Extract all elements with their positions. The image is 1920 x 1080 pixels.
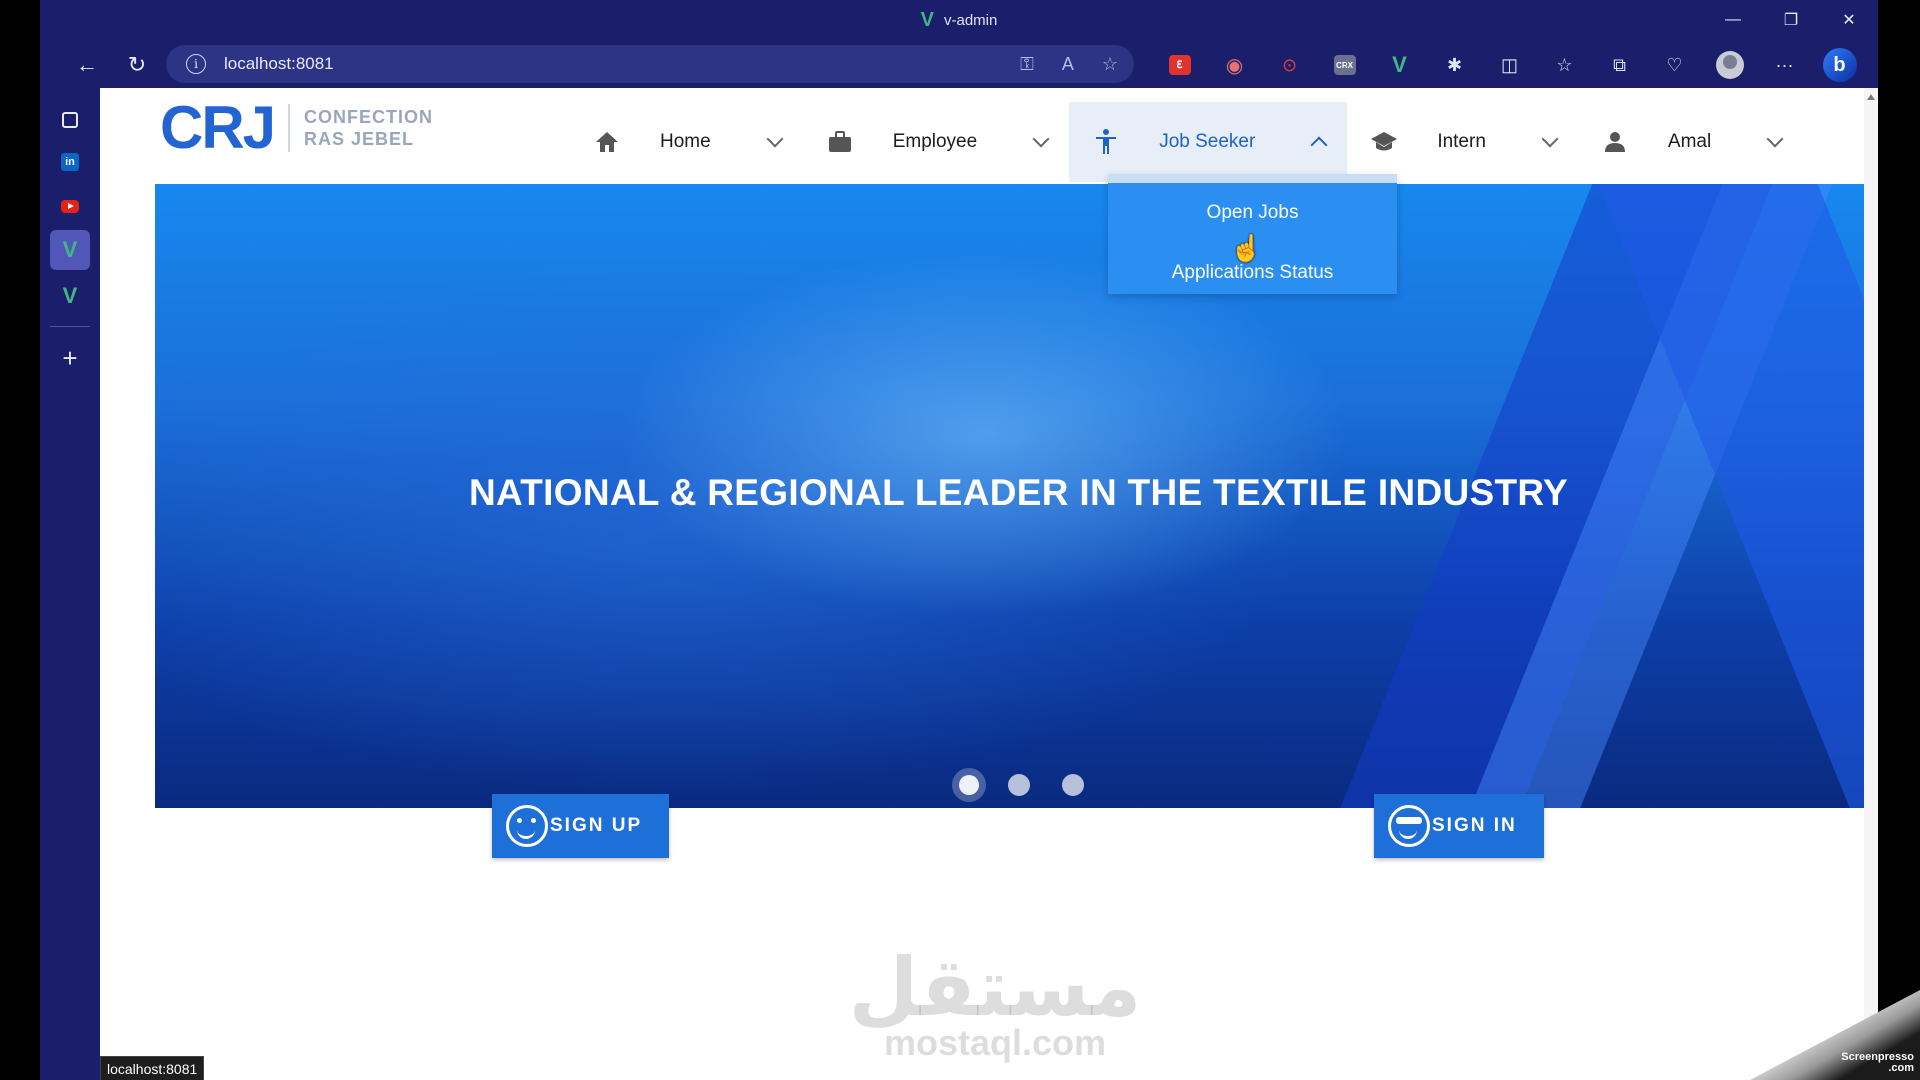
favorites-icon[interactable]: ☆	[1537, 42, 1592, 88]
collections-icon[interactable]: ⧉	[1592, 42, 1647, 88]
bing-copilot-icon[interactable]: b	[1812, 42, 1867, 88]
profile-avatar[interactable]	[1702, 42, 1757, 88]
youtube-icon[interactable]	[50, 186, 90, 226]
briefcase-icon	[825, 131, 855, 153]
hero-headline: NATIONAL & REGIONAL LEADER IN THE TEXTIL…	[468, 472, 1568, 513]
key-icon[interactable]: ⚿	[1020, 54, 1034, 75]
site-logo[interactable]: CRJ CONFECTION RAS JEBEL	[160, 98, 433, 158]
person-standing-icon	[1091, 129, 1121, 155]
site-info-icon[interactable]: i	[186, 54, 206, 74]
chevron-up-icon	[1310, 136, 1328, 154]
chevron-down-icon	[766, 130, 784, 148]
window-controls: — ❐ ✕	[1704, 0, 1878, 40]
menu-item-home[interactable]: Home	[570, 102, 803, 182]
chevron-down-icon	[1541, 130, 1559, 148]
hero-carousel: NATIONAL & REGIONAL LEADER IN THE TEXTIL…	[155, 184, 1878, 808]
home-icon	[592, 131, 622, 153]
sunglasses-face-icon	[1388, 805, 1430, 847]
main-menu: Home Employee Job Seeker Intern Amal	[570, 102, 1803, 182]
menu-item-employee[interactable]: Employee	[803, 102, 1070, 182]
graduation-cap-icon	[1369, 131, 1399, 153]
extensions-bar: Ꜫ ◉ ⊙ CRX V ✱ ◫ ☆ ⧉ ♡ ··· b	[1152, 42, 1867, 88]
watermark-latin: mostaql.com	[883, 1022, 1107, 1063]
user-icon	[1600, 131, 1630, 153]
menu-label-employee: Employee	[892, 131, 978, 152]
sign-in-button[interactable]: SIGN IN	[1374, 794, 1544, 858]
hand-cursor-icon: ☝	[1230, 233, 1263, 263]
extensions-puzzle-icon[interactable]: ✱	[1427, 42, 1482, 88]
browser-window: V v-admin — ❐ ✕ ← ↻ i localhost:8081 ⚿ A…	[40, 0, 1878, 1080]
add-tab-icon[interactable]: +	[50, 338, 90, 378]
sign-up-label: SIGN UP	[550, 815, 643, 836]
logo-mark: CRJ	[160, 94, 276, 161]
crx-extension-icon[interactable]: CRX	[1317, 42, 1372, 88]
watermark-arabic: مستقل	[848, 941, 1142, 1034]
split-screen-icon[interactable]: ◫	[1482, 42, 1537, 88]
tab-actions-icon[interactable]	[50, 100, 90, 140]
vue-tab-icon[interactable]: V	[50, 276, 90, 316]
minimize-button[interactable]: —	[1704, 0, 1762, 40]
menu-label-job-seeker: Job Seeker	[1159, 131, 1256, 152]
menu-label-home: Home	[660, 131, 711, 152]
sign-up-button[interactable]: SIGN UP	[492, 794, 669, 858]
mostaql-watermark: مستقل mostaql.com	[845, 948, 1145, 1064]
address-bar[interactable]: i localhost:8081 ⚿ A ☆	[166, 45, 1134, 83]
screenpresso-badge: Screenpresso .com	[1841, 1051, 1914, 1074]
spy-extension-icon[interactable]: ◉	[1207, 42, 1262, 88]
carousel-indicators	[952, 768, 1084, 802]
logo-line-2: RAS JEBEL	[304, 129, 415, 149]
favorite-star-icon[interactable]: ☆	[1102, 54, 1118, 75]
screen: V v-admin — ❐ ✕ ← ↻ i localhost:8081 ⚿ A…	[0, 0, 1920, 1080]
carousel-dot-1[interactable]	[952, 768, 986, 802]
page-scrollbar[interactable]	[1864, 88, 1878, 1080]
browser-toolbar: ← ↻ i localhost:8081 ⚿ A ☆ Ꜫ ◉ ⊙ CRX V ✱…	[40, 42, 1878, 88]
record-extension-icon[interactable]: ⊙	[1262, 42, 1317, 88]
chevron-down-icon	[1766, 130, 1784, 148]
reload-button[interactable]: ↻	[112, 45, 162, 85]
menu-item-job-seeker[interactable]: Job Seeker	[1069, 102, 1348, 182]
status-bar-url: localhost:8081	[100, 1056, 205, 1080]
performance-icon[interactable]: ♡	[1647, 42, 1702, 88]
menu-item-intern[interactable]: Intern	[1347, 102, 1578, 182]
menu-item-user[interactable]: Amal	[1578, 102, 1803, 182]
back-button[interactable]: ←	[62, 45, 112, 85]
menu-label-user: Amal	[1667, 131, 1712, 152]
translate-extension-icon[interactable]: Ꜫ	[1152, 42, 1207, 88]
sidebar-divider	[50, 326, 90, 327]
read-aloud-icon[interactable]: A	[1062, 54, 1074, 75]
menu-label-intern: Intern	[1437, 131, 1486, 152]
vue-logo-icon: V	[920, 8, 934, 31]
browser-sidebar: in V V +	[40, 88, 100, 1080]
carousel-dot-2[interactable]	[1008, 774, 1030, 796]
chevron-down-icon	[1032, 130, 1050, 148]
carousel-dot-3[interactable]	[1062, 774, 1084, 796]
more-menu-button[interactable]: ···	[1757, 42, 1812, 88]
address-text: localhost:8081	[224, 54, 334, 73]
vue-devtools-icon[interactable]: V	[1372, 42, 1427, 88]
vue-tab-active-icon[interactable]: V	[50, 230, 90, 270]
restore-button[interactable]: ❐	[1762, 0, 1820, 40]
sign-in-label: SIGN IN	[1432, 815, 1517, 836]
web-page: CRJ CONFECTION RAS JEBEL Home Employee J…	[100, 88, 1878, 1080]
logo-line-1: CONFECTION	[304, 107, 434, 127]
linkedin-icon[interactable]: in	[50, 142, 90, 182]
window-title: v-admin	[943, 11, 998, 29]
title-bar: V v-admin — ❐ ✕	[40, 0, 1878, 40]
wink-face-icon	[506, 805, 548, 847]
close-window-button[interactable]: ✕	[1820, 0, 1878, 40]
